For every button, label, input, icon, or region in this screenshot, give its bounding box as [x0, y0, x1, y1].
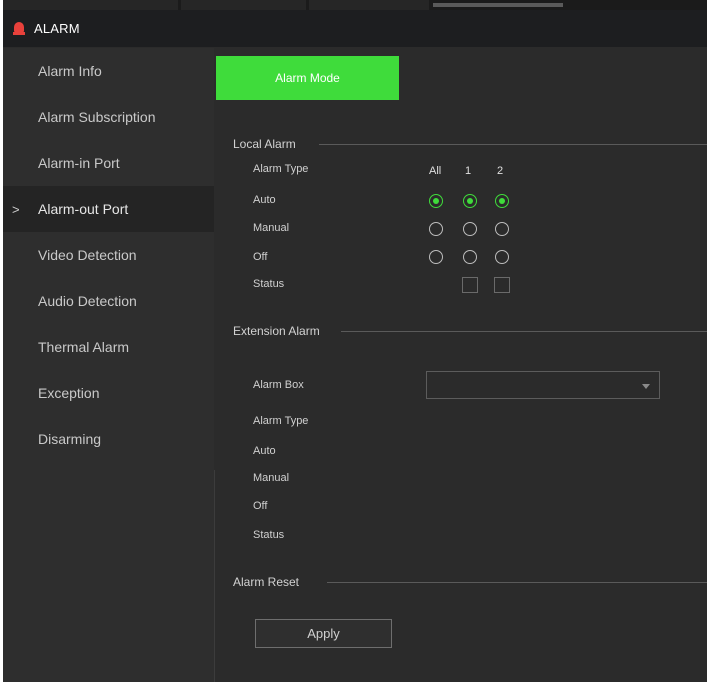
top-tab[interactable]: [181, 0, 306, 10]
chevron-right-icon: >: [12, 201, 20, 217]
manual-all-radio[interactable]: [429, 222, 443, 236]
top-tab[interactable]: [3, 0, 178, 10]
sidebar-item-label: Alarm Info: [38, 63, 102, 79]
tab-alarm-mode[interactable]: Alarm Mode: [216, 56, 399, 100]
auto-1-radio[interactable]: [463, 194, 477, 208]
sidebar-item-alarm-info[interactable]: Alarm Info: [3, 48, 214, 94]
ext-manual-label: Manual: [253, 472, 290, 484]
alarm-box-select[interactable]: [426, 371, 660, 399]
sidebar-item-audio-detection[interactable]: Audio Detection: [3, 278, 214, 324]
sidebar-item-label: Exception: [38, 385, 100, 401]
extension-alarm-title: Extension Alarm: [233, 324, 320, 338]
top-tab-indicator: [433, 3, 563, 7]
auto-all-radio[interactable]: [429, 194, 443, 208]
column-all: All: [429, 165, 442, 177]
section-divider: [341, 331, 707, 332]
column-1: 1: [465, 165, 472, 177]
title-bar: ALARM: [3, 10, 707, 47]
manual-2-radio[interactable]: [495, 222, 509, 236]
sidebar-item-alarm-out-port[interactable]: > Alarm-out Port: [3, 186, 214, 232]
sidebar-item-thermal-alarm[interactable]: Thermal Alarm: [3, 324, 214, 370]
local-auto-label: Auto: [253, 194, 276, 206]
local-off-label: Off: [253, 251, 268, 263]
alarm-box-label: Alarm Box: [253, 379, 304, 391]
sidebar-item-disarming[interactable]: Disarming: [3, 416, 214, 462]
sidebar-item-label: Alarm-out Port: [38, 201, 129, 217]
local-status-label: Status: [253, 278, 285, 290]
off-all-radio[interactable]: [429, 250, 443, 264]
sidebar-item-label: Video Detection: [38, 247, 137, 263]
off-2-radio[interactable]: [495, 250, 509, 264]
ext-status-label: Status: [253, 529, 285, 541]
status-1-indicator: [462, 277, 478, 293]
app-window: ALARM Alarm Info Alarm Subscription Alar…: [3, 0, 707, 682]
local-manual-label: Manual: [253, 222, 290, 234]
off-1-radio[interactable]: [463, 250, 477, 264]
top-tab[interactable]: [309, 0, 429, 10]
sidebar-item-alarm-in-port[interactable]: Alarm-in Port: [3, 140, 214, 186]
main-panel: Alarm Mode Local Alarm Alarm Type All 1 …: [215, 48, 707, 682]
status-2-indicator: [494, 277, 510, 293]
sidebar-item-label: Audio Detection: [38, 293, 137, 309]
apply-button[interactable]: Apply: [255, 619, 392, 648]
alarm-reset-title: Alarm Reset: [233, 575, 300, 589]
ext-alarm-type-label: Alarm Type: [253, 415, 309, 427]
sidebar-item-label: Disarming: [38, 431, 102, 447]
section-divider: [319, 144, 707, 145]
chevron-down-icon: [642, 384, 650, 389]
column-2: 2: [497, 165, 504, 177]
sidebar-item-label: Alarm Subscription: [38, 109, 156, 125]
local-alarm-type-label: Alarm Type: [253, 163, 309, 175]
sidebar: Alarm Info Alarm Subscription Alarm-in P…: [3, 48, 214, 682]
auto-2-radio[interactable]: [495, 194, 509, 208]
ext-off-label: Off: [253, 500, 268, 512]
page-title: ALARM: [34, 21, 80, 36]
sidebar-item-label: Alarm-in Port: [38, 155, 120, 171]
sidebar-item-label: Thermal Alarm: [38, 339, 130, 355]
top-tab-strip: [3, 0, 707, 10]
sidebar-item-video-detection[interactable]: Video Detection: [3, 232, 214, 278]
local-alarm-title: Local Alarm: [233, 137, 296, 151]
sidebar-item-exception[interactable]: Exception: [3, 370, 214, 416]
manual-1-radio[interactable]: [463, 222, 477, 236]
sidebar-item-alarm-subscription[interactable]: Alarm Subscription: [3, 94, 214, 140]
ext-auto-label: Auto: [253, 445, 276, 457]
section-divider: [327, 582, 707, 583]
alarm-icon: [13, 21, 25, 36]
